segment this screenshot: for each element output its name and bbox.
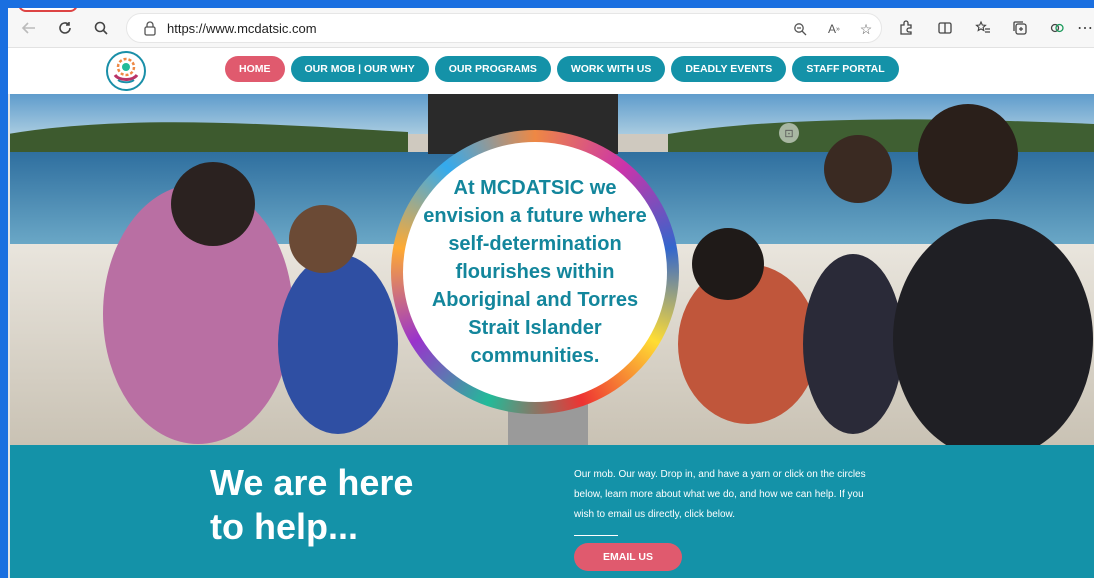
nav-work-with-us[interactable]: WORK WITH US [556, 56, 666, 82]
nav-our-mob[interactable]: OUR MOB | OUR WHY [290, 56, 429, 82]
collections-icon[interactable] [1007, 16, 1033, 40]
vision-circle-inner: At MCDATSIC we envision a future where s… [403, 142, 667, 402]
vision-line: self-determination [448, 233, 622, 255]
screen-frame: https://www.mcdatsic.com A» ☆ ⋯ HOME OUR… [0, 0, 1094, 578]
main-nav: HOME OUR MOB | OUR WHY OUR PROGRAMS WORK… [225, 56, 899, 82]
favorite-icon[interactable]: ☆ [855, 18, 877, 40]
help-heading-line: We are here [210, 462, 414, 503]
search-icon[interactable] [88, 16, 114, 40]
nav-staff-portal[interactable]: STAFF PORTAL [792, 56, 899, 82]
extensions-icon[interactable] [893, 16, 919, 40]
nav-our-programs[interactable]: OUR PROGRAMS [434, 56, 551, 82]
help-heading: We are here to help... [210, 461, 510, 549]
read-aloud-icon[interactable]: A» [823, 18, 845, 40]
nav-home[interactable]: HOME [225, 56, 285, 82]
vision-line: At MCDATSIC we [453, 177, 617, 199]
lock-icon[interactable] [143, 20, 157, 36]
favorites-list-icon[interactable] [970, 16, 996, 40]
hero-image: ⊡ At MCDATSIC we envision a future where… [8, 94, 1094, 445]
help-body: Our mob. Our way. Drop in, and have a ya… [574, 469, 866, 520]
vision-statement: At MCDATSIC we envision a future where s… [415, 174, 655, 370]
vision-line: envision a future where [423, 205, 647, 227]
back-icon[interactable] [16, 16, 42, 40]
vision-line: communities. [470, 345, 600, 367]
email-us-button[interactable]: EMAIL US [574, 543, 682, 571]
address-bar[interactable]: https://www.mcdatsic.com A» ☆ [126, 13, 882, 43]
zoom-out-icon[interactable] [789, 18, 811, 40]
refresh-icon[interactable] [52, 16, 78, 40]
nav-deadly-events[interactable]: DEADLY EVENTS [671, 56, 787, 82]
divider [574, 535, 618, 536]
vision-circle: At MCDATSIC we envision a future where s… [391, 130, 679, 414]
page-edge [8, 94, 10, 578]
split-screen-icon[interactable] [932, 16, 958, 40]
vision-line: Aboriginal and Torres [431, 289, 639, 311]
vision-line: flourishes within [455, 261, 615, 283]
url-text[interactable]: https://www.mcdatsic.com [167, 21, 317, 36]
browser-toolbar: https://www.mcdatsic.com A» ☆ ⋯ [8, 8, 1094, 48]
mcdatsic-logo[interactable] [106, 51, 146, 91]
site-header: HOME OUR MOB | OUR WHY OUR PROGRAMS WORK… [8, 48, 1094, 94]
help-heading-line: to help... [210, 506, 358, 547]
browser-window: https://www.mcdatsic.com A» ☆ ⋯ HOME OUR… [8, 8, 1094, 578]
copilot-icon[interactable] [1044, 16, 1070, 40]
vision-line: Strait Islander [468, 317, 602, 339]
more-icon[interactable]: ⋯ [1076, 16, 1094, 40]
visual-search-icon[interactable]: ⊡ [779, 123, 799, 143]
tab-stub[interactable] [18, 8, 78, 12]
help-section: We are here to help... Our mob. Our way.… [8, 445, 1094, 578]
